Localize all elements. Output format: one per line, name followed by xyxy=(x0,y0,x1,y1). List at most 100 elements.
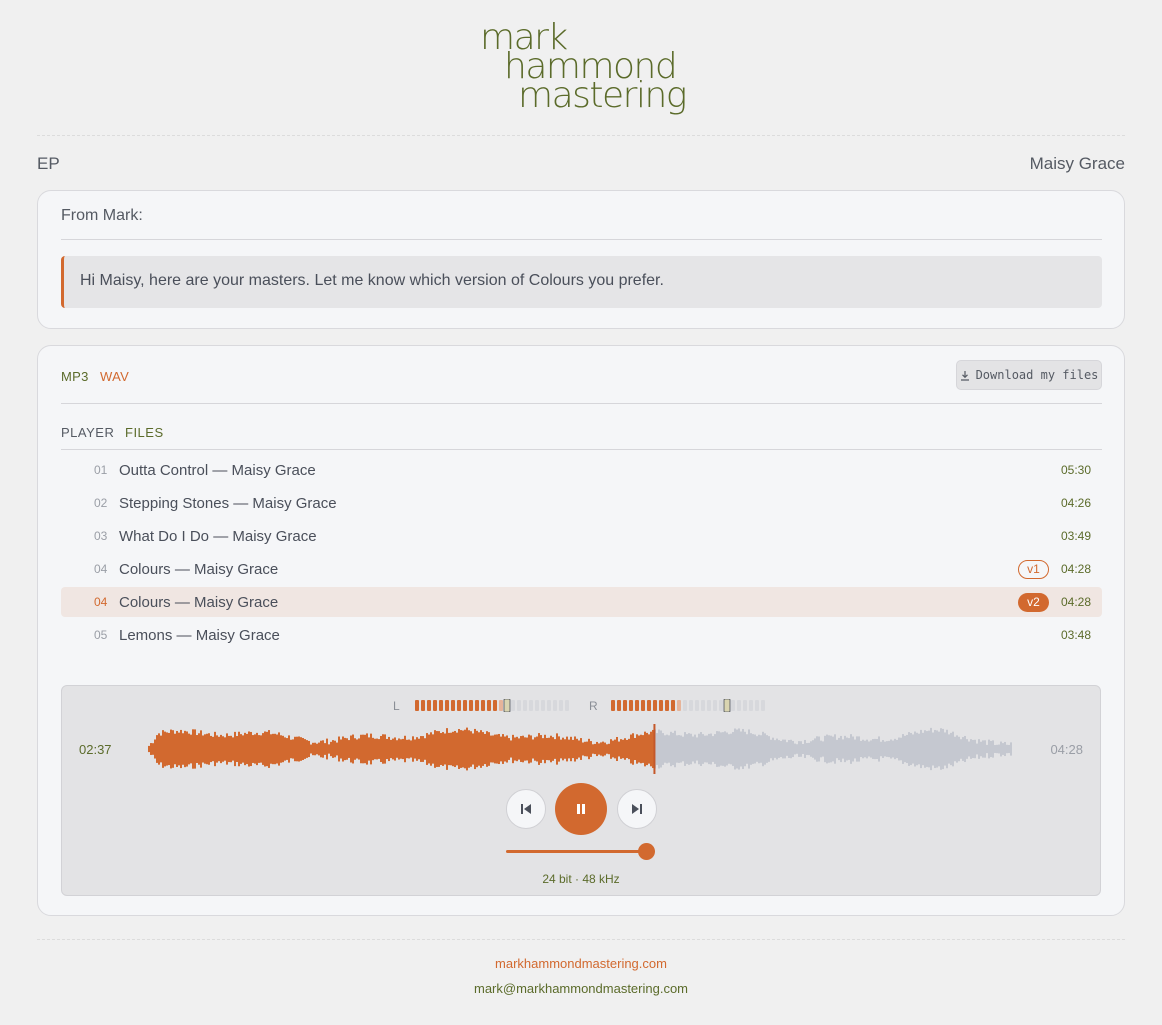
waveform-bar xyxy=(338,736,340,762)
artist-name: Maisy Grace xyxy=(1029,154,1125,173)
waveform-bar xyxy=(496,734,498,764)
waveform-bar xyxy=(264,731,266,767)
waveform-bar xyxy=(758,734,760,764)
waveform-bar xyxy=(590,741,592,757)
meter-peak xyxy=(723,699,731,712)
waveform-bar xyxy=(500,736,502,762)
waveform-bar xyxy=(728,734,730,764)
waveform-bar xyxy=(492,735,494,763)
next-button[interactable] xyxy=(617,789,657,829)
waveform-bar xyxy=(468,730,470,768)
meter-segment xyxy=(481,700,485,711)
footer-email-link[interactable]: mark@markhammondmastering.com xyxy=(0,981,1162,996)
waveform-bar xyxy=(282,735,284,763)
meter-segment xyxy=(731,700,735,711)
waveform-bar xyxy=(448,732,450,766)
waveform-bar xyxy=(596,741,598,757)
waveform-bar xyxy=(682,736,684,762)
track-row[interactable]: 03 What Do I Do — Maisy Grace 03:49 xyxy=(61,521,1102,551)
meter-segment xyxy=(541,700,545,711)
waveform-bar xyxy=(542,738,544,760)
waveform-bar xyxy=(614,739,616,759)
waveform-bar xyxy=(546,737,548,761)
meter-segment xyxy=(493,700,497,711)
meter-segment xyxy=(689,700,693,711)
waveform-bar xyxy=(316,743,318,755)
waveform-bar xyxy=(672,732,674,766)
version-badge[interactable]: v2 xyxy=(1018,592,1049,612)
previous-button[interactable] xyxy=(506,789,546,829)
waveform-bar xyxy=(554,739,556,759)
waveform-bar xyxy=(394,737,396,761)
waveform-bar xyxy=(858,736,860,762)
waveform-bar xyxy=(866,739,868,759)
waveform-bar xyxy=(456,732,458,766)
download-button[interactable]: Download my files xyxy=(956,360,1102,390)
waveform-bar xyxy=(150,743,152,755)
format-mp3[interactable]: MP3 xyxy=(61,369,89,384)
waveform-bar xyxy=(770,739,772,759)
waveform-bar xyxy=(1006,744,1008,754)
waveform-bar xyxy=(618,741,620,757)
waveform-bar xyxy=(992,740,994,758)
waveform-bar xyxy=(408,739,410,759)
volume-slider[interactable] xyxy=(506,850,646,853)
meter-segment xyxy=(517,700,521,711)
message-label: From Mark: xyxy=(61,207,143,224)
waveform-bar xyxy=(716,731,718,767)
meter-right-label: R xyxy=(589,699,598,713)
waveform-bar xyxy=(416,737,418,761)
level-meter-left xyxy=(415,699,569,712)
pause-button[interactable] xyxy=(555,783,607,835)
format-wav[interactable]: WAV xyxy=(100,369,129,384)
waveform-bar xyxy=(986,744,988,754)
meter-segment xyxy=(529,700,533,711)
volume-handle[interactable] xyxy=(638,843,655,860)
track-duration: 03:48 xyxy=(1060,628,1091,642)
waveform-bar xyxy=(570,736,572,762)
track-row[interactable]: 02 Stepping Stones — Maisy Grace 04:26 xyxy=(61,488,1102,518)
tab-player[interactable]: PLAYER xyxy=(61,425,114,440)
meter-segment xyxy=(487,700,491,711)
waveform-seekbar[interactable] xyxy=(148,724,1012,774)
waveform-bar xyxy=(656,733,658,765)
waveform-bar xyxy=(552,737,554,761)
version-badge[interactable]: v1 xyxy=(1018,559,1049,579)
waveform-bar xyxy=(376,738,378,760)
tab-files[interactable]: FILES xyxy=(125,425,164,440)
meter-segment xyxy=(647,700,651,711)
track-row[interactable]: 05 Lemons — Maisy Grace 03:48 xyxy=(61,620,1102,650)
waveform-bar xyxy=(332,740,334,758)
track-row[interactable]: 01 Outta Control — Maisy Grace 05:30 xyxy=(61,455,1102,485)
waveform-bar xyxy=(214,731,216,767)
message-divider xyxy=(61,239,1102,240)
waveform-bar xyxy=(166,732,168,766)
waveform-bar xyxy=(324,743,326,755)
waveform-bar xyxy=(646,732,648,766)
meter-segment xyxy=(623,700,627,711)
waveform-bar xyxy=(426,733,428,765)
waveform-bar xyxy=(446,728,448,770)
waveform-bar xyxy=(630,734,632,764)
meter-segment xyxy=(445,700,449,711)
track-duration: 05:30 xyxy=(1060,463,1091,477)
meter-segment xyxy=(523,700,527,711)
meter-left-label: L xyxy=(393,699,400,713)
waveform-bar xyxy=(370,733,372,765)
waveform-bar xyxy=(488,732,490,766)
waveform-bar xyxy=(628,738,630,760)
waveform-bar xyxy=(946,729,948,769)
waveform-bar xyxy=(954,736,956,762)
waveform-bar xyxy=(294,736,296,762)
waveform-bar xyxy=(340,739,342,759)
waveform-bar xyxy=(894,738,896,760)
track-row-active[interactable]: 04 Colours — Maisy Grace v2 04:28 xyxy=(61,587,1102,617)
waveform-bar xyxy=(304,739,306,759)
waveform-bar xyxy=(786,742,788,756)
footer-website-link[interactable]: markhammondmastering.com xyxy=(0,956,1162,971)
waveform-bar xyxy=(268,730,270,768)
waveform-bar xyxy=(826,734,828,764)
waveform-bar xyxy=(620,739,622,759)
track-row[interactable]: 04 Colours — Maisy Grace v1 04:28 xyxy=(61,554,1102,584)
waveform-bar xyxy=(796,744,798,754)
